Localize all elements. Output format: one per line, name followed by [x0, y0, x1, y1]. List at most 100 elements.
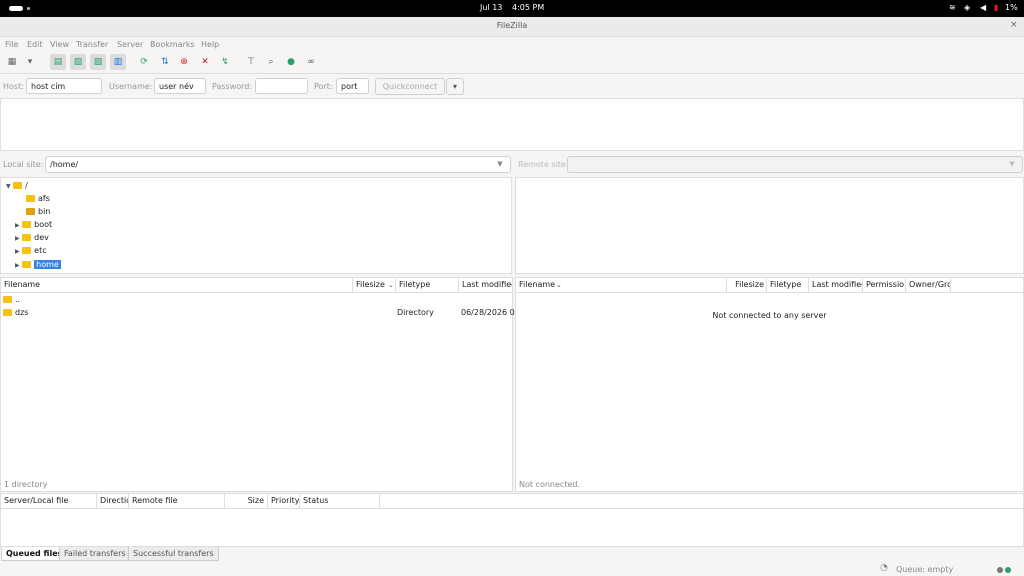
- column-last-modified[interactable]: Last modified: [809, 278, 863, 292]
- tree-item-boot[interactable]: ▶ boot: [15, 218, 52, 231]
- binoculars-icon[interactable]: ∞: [303, 54, 319, 70]
- menu-server[interactable]: Server: [117, 40, 143, 49]
- toggle-log-icon[interactable]: ▤: [50, 54, 66, 70]
- remote-site-label: Remote site:: [518, 160, 569, 169]
- password-input[interactable]: [255, 78, 308, 94]
- compare-icon[interactable]: ⌕: [263, 54, 279, 70]
- menu-file[interactable]: File: [5, 40, 18, 49]
- local-site-dropdown-icon[interactable]: ▼: [492, 156, 508, 173]
- local-site-bar: Local site: /home/ ▼: [0, 153, 512, 176]
- column-size[interactable]: Size: [225, 494, 268, 508]
- disconnect-icon[interactable]: ✕: [197, 54, 213, 70]
- column-remote-file[interactable]: Remote file: [129, 494, 225, 508]
- window-titlebar: FileZilla ×: [0, 17, 1024, 37]
- remote-site-dropdown-icon[interactable]: ▼: [1004, 156, 1020, 173]
- folder-icon: [3, 296, 12, 303]
- filter-icon[interactable]: ⊤: [243, 54, 259, 70]
- transfer-queue: Server/Local file Directio Remote file S…: [0, 493, 1024, 547]
- column-server-local-file[interactable]: Server/Local file: [1, 494, 97, 508]
- folder-icon: [22, 221, 32, 228]
- toggle-queue-icon[interactable]: ▥: [110, 54, 126, 70]
- system-date[interactable]: Jul 13: [480, 3, 502, 12]
- battery-percent: 1%: [1005, 3, 1018, 12]
- battery-icon[interactable]: ▮: [994, 3, 998, 12]
- column-permissions[interactable]: Permissio: [863, 278, 906, 292]
- volume-icon[interactable]: ◀: [980, 3, 986, 12]
- port-label: Port:: [314, 82, 333, 91]
- toggle-remote-tree-icon[interactable]: ▨: [90, 54, 106, 70]
- file-row-dzs[interactable]: dzs Directory 06/28/2026 0.: [3, 306, 517, 319]
- tree-item-bin[interactable]: bin: [26, 205, 50, 218]
- status-bar: ◔ Queue: empty: [0, 562, 1024, 576]
- system-time[interactable]: 4:05 PM: [512, 3, 544, 12]
- column-filesize[interactable]: Filesize: [727, 278, 767, 292]
- menu-bookmarks[interactable]: Bookmarks: [150, 40, 195, 49]
- queue-status: Queue: empty: [896, 565, 954, 574]
- local-site-path-input[interactable]: /home/: [45, 156, 511, 173]
- column-priority[interactable]: Priority: [268, 494, 300, 508]
- menu-help[interactable]: Help: [201, 40, 219, 49]
- tab-successful-transfers[interactable]: Successful transfers: [128, 547, 219, 561]
- local-file-list-header: Filename Filesize ⌄ Filetype Last modifi…: [1, 278, 512, 293]
- local-site-label: Local site:: [3, 160, 44, 169]
- download-led-icon: [1005, 567, 1011, 573]
- chevron-down-icon[interactable]: ▼: [6, 183, 11, 190]
- password-label: Password:: [212, 82, 253, 91]
- message-log[interactable]: [0, 98, 1024, 151]
- remote-site-bar: Remote site: ▼: [515, 153, 1024, 176]
- activities-indicator[interactable]: [9, 6, 23, 11]
- port-input[interactable]: port: [336, 78, 369, 94]
- tree-item-etc[interactable]: ▶ etc: [15, 244, 47, 257]
- username-input[interactable]: user név: [154, 78, 206, 94]
- sync-browse-icon[interactable]: ●: [283, 54, 299, 70]
- column-last-modified[interactable]: Last modified: [459, 278, 512, 292]
- menu-transfer[interactable]: Transfer: [76, 40, 108, 49]
- remote-file-list: Filename ⌄ Filesize Filetype Last modifi…: [515, 277, 1024, 492]
- menu-edit[interactable]: Edit: [27, 40, 43, 49]
- menu-view[interactable]: View: [50, 40, 69, 49]
- column-direction[interactable]: Directio: [97, 494, 129, 508]
- file-modified: 06/28/2026 0.: [461, 308, 518, 317]
- quickconnect-dropdown-icon[interactable]: ▾: [446, 78, 464, 95]
- chevron-right-icon[interactable]: ▶: [15, 235, 20, 242]
- chevron-right-icon[interactable]: ▶: [15, 222, 20, 229]
- upload-led-icon: [997, 567, 1003, 573]
- site-manager-icon[interactable]: ▦: [4, 54, 20, 70]
- tab-queued-files[interactable]: Queued files: [1, 547, 68, 561]
- column-owner-group[interactable]: Owner/Grou: [906, 278, 951, 292]
- close-icon[interactable]: ×: [1010, 20, 1018, 30]
- tree-item-root[interactable]: ▼ /: [6, 179, 28, 192]
- host-input[interactable]: host cím: [26, 78, 102, 94]
- folder-icon: [22, 261, 32, 268]
- cancel-icon[interactable]: ⊗: [176, 54, 192, 70]
- tree-item-dev[interactable]: ▶ dev: [15, 231, 49, 244]
- folder-link-icon: [26, 208, 35, 215]
- chevron-right-icon[interactable]: ▶: [15, 248, 20, 255]
- remote-directory-tree[interactable]: [515, 177, 1024, 274]
- quickconnect-bar: Host: host cím Username: user név Passwo…: [0, 75, 1024, 97]
- refresh-icon[interactable]: ⟳: [136, 54, 152, 70]
- tab-failed-transfers[interactable]: Failed transfers: [59, 547, 131, 561]
- local-directory-tree: ▼ / afs bin ▶ boot ▶ dev ▶ etc ▶ home: [0, 177, 512, 274]
- workspace-dot: [27, 7, 30, 10]
- column-filename[interactable]: Filename: [1, 278, 353, 292]
- tree-item-home[interactable]: ▶ home: [15, 258, 61, 271]
- tree-item-afs[interactable]: afs: [26, 192, 50, 205]
- column-filetype[interactable]: Filetype: [396, 278, 459, 292]
- column-filetype[interactable]: Filetype: [767, 278, 809, 292]
- toolbar: ▦ ▾ ▤ ▧ ▨ ▥ ⟳ ⇅ ⊗ ✕ ↯ ⊤ ⌕ ● ∞: [0, 51, 1024, 74]
- site-manager-dropdown-icon[interactable]: ▾: [22, 54, 38, 70]
- quickconnect-button[interactable]: Quickconnect: [375, 78, 445, 95]
- toggle-local-tree-icon[interactable]: ▧: [70, 54, 86, 70]
- not-connected-message: Not connected to any server: [712, 311, 827, 320]
- process-queue-icon[interactable]: ⇅: [157, 54, 173, 70]
- remote-site-path-input[interactable]: [567, 156, 1023, 173]
- wifi-icon[interactable]: ≋: [949, 3, 956, 12]
- chevron-right-icon[interactable]: ▶: [15, 262, 20, 269]
- shield-icon[interactable]: ◈: [964, 3, 970, 12]
- username-label: Username:: [109, 82, 153, 91]
- column-status[interactable]: Status: [300, 494, 380, 508]
- column-filename[interactable]: Filename: [516, 278, 727, 292]
- file-row-parent[interactable]: ..: [3, 293, 511, 306]
- reconnect-icon[interactable]: ↯: [217, 54, 233, 70]
